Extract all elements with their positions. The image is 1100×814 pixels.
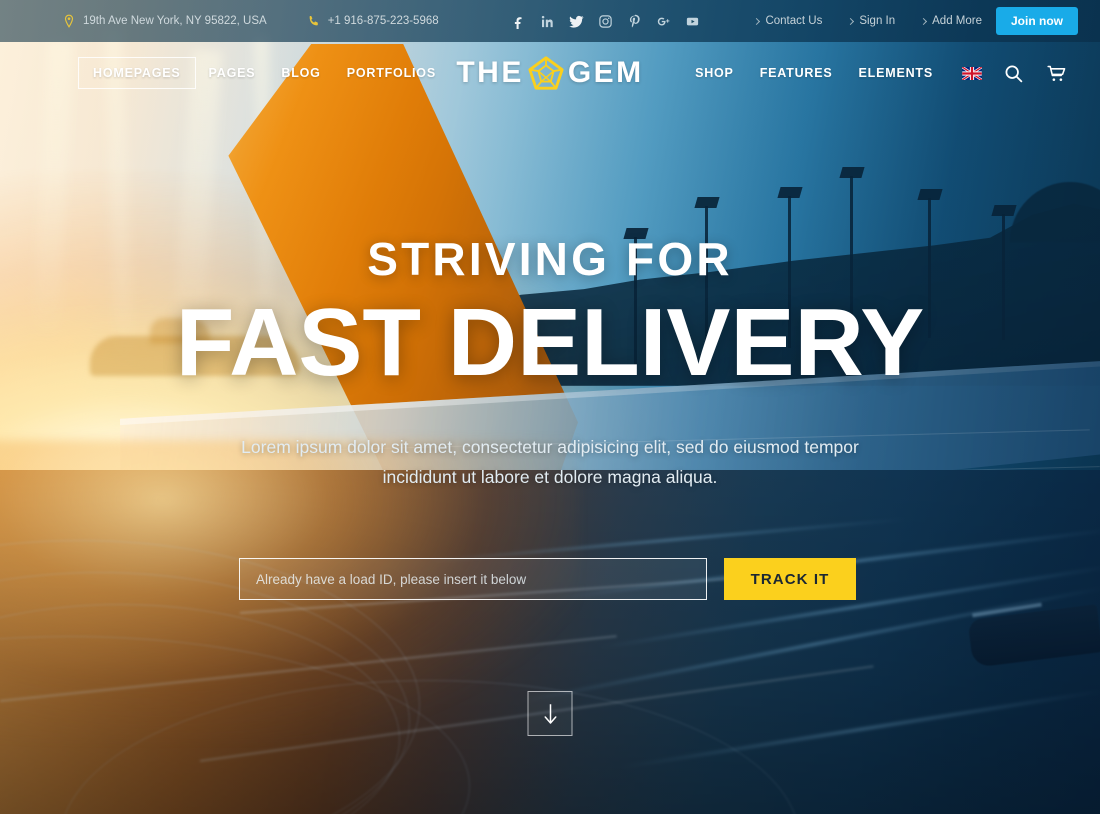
phone-block: +1 916-875-223-5968 [307,14,439,28]
top-link-label: Sign In [859,15,896,27]
scroll-down-button[interactable] [527,691,573,736]
instagram-icon[interactable] [598,14,613,29]
nav-item-features[interactable]: FEATURES [747,59,846,87]
primary-nav-right: SHOP FEATURES ELEMENTS [682,59,1078,87]
address-block: 19th Ave New York, NY 95822, USA [62,14,267,28]
load-id-input[interactable] [239,558,707,600]
main-header: HOMEPAGES PAGES BLOG PORTFOLIOS THE GEM … [0,42,1100,104]
facebook-icon[interactable] [511,14,526,29]
top-link-label: Add More [932,15,982,27]
hero-eyebrow: STRIVING FOR [367,233,733,285]
nav-item-elements[interactable]: ELEMENTS [846,59,946,87]
google-plus-icon[interactable] [656,14,671,29]
nav-item-pages[interactable]: PAGES [196,59,269,87]
phone-icon [309,16,318,26]
gem-pentagon-icon [528,56,564,90]
twitter-icon[interactable] [568,14,584,29]
phone-text: +1 916-875-223-5968 [327,15,439,27]
nav-item-portfolios[interactable]: PORTFOLIOS [334,59,449,87]
search-icon[interactable] [1003,63,1024,84]
track-it-button[interactable]: TRACK IT [724,558,856,600]
top-link-label: Contact Us [765,15,823,27]
uk-flag-icon[interactable] [962,66,982,80]
pinterest-icon[interactable] [627,14,642,29]
hero-section: STRIVING FOR FAST DELIVERY Lorem ipsum d… [0,0,1100,814]
top-link-contact-us[interactable]: Contact Us [753,15,823,27]
logo-text-gem: GEM [567,56,644,89]
primary-nav-left: HOMEPAGES PAGES BLOG PORTFOLIOS [78,57,449,89]
youtube-icon[interactable] [685,14,700,29]
nav-item-blog[interactable]: BLOG [268,59,333,87]
track-shipment-form: TRACK IT [239,558,856,600]
chevron-right-icon [847,17,855,25]
address-text: 19th Ave New York, NY 95822, USA [83,15,267,27]
logo-text-the: THE [456,56,524,89]
chevron-right-icon [753,17,761,25]
linkedin-icon[interactable] [540,14,555,29]
chevron-right-icon [920,17,928,25]
shopping-cart-icon[interactable] [1046,63,1067,84]
top-links: Contact Us Sign In Add More [753,15,982,27]
nav-item-shop[interactable]: SHOP [682,59,747,87]
nav-item-homepages[interactable]: HOMEPAGES [78,57,196,89]
top-link-add-more[interactable]: Add More [920,15,982,27]
arrow-down-icon [544,703,556,724]
join-now-button[interactable]: Join now [996,7,1078,35]
top-utility-bar: 19th Ave New York, NY 95822, USA +1 916-… [0,0,1100,42]
hero-headline: FAST DELIVERY [175,289,925,396]
hero-subtext: Lorem ipsum dolor sit amet, consectetur … [241,437,859,488]
location-pin-icon [64,14,74,28]
page-stage: 19th Ave New York, NY 95822, USA +1 916-… [0,0,1100,814]
social-links [511,14,700,29]
top-link-sign-in[interactable]: Sign In [847,15,896,27]
